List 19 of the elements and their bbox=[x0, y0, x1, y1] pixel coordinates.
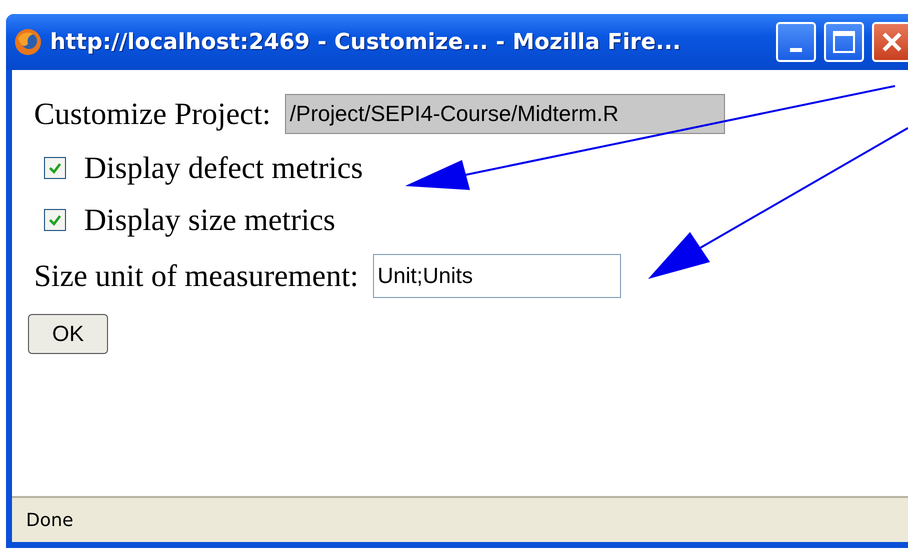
check-icon bbox=[48, 213, 62, 227]
browser-logo-icon bbox=[14, 28, 42, 56]
maximize-button[interactable] bbox=[824, 22, 864, 62]
close-icon bbox=[881, 31, 903, 53]
checkbox[interactable] bbox=[44, 209, 66, 231]
checkbox-label: Display defect metrics bbox=[84, 150, 363, 186]
field-label: Customize Project: bbox=[34, 96, 271, 132]
size-unit-field[interactable]: Unit;Units bbox=[372, 254, 621, 298]
close-button[interactable] bbox=[872, 22, 908, 62]
minimize-button[interactable] bbox=[776, 22, 816, 62]
checkbox[interactable] bbox=[44, 157, 66, 179]
window-title: http://localhost:2469 - Customize... - Mozilla Fire... bbox=[50, 30, 682, 54]
status-text: Done bbox=[26, 510, 74, 530]
maximize-icon bbox=[832, 30, 856, 54]
field-label: Size unit of measurement: bbox=[34, 258, 359, 294]
checkbox-label: Display size metrics bbox=[84, 202, 336, 238]
ok-button[interactable]: OK bbox=[28, 314, 108, 354]
check-icon bbox=[48, 161, 62, 175]
minimize-icon bbox=[790, 48, 802, 52]
